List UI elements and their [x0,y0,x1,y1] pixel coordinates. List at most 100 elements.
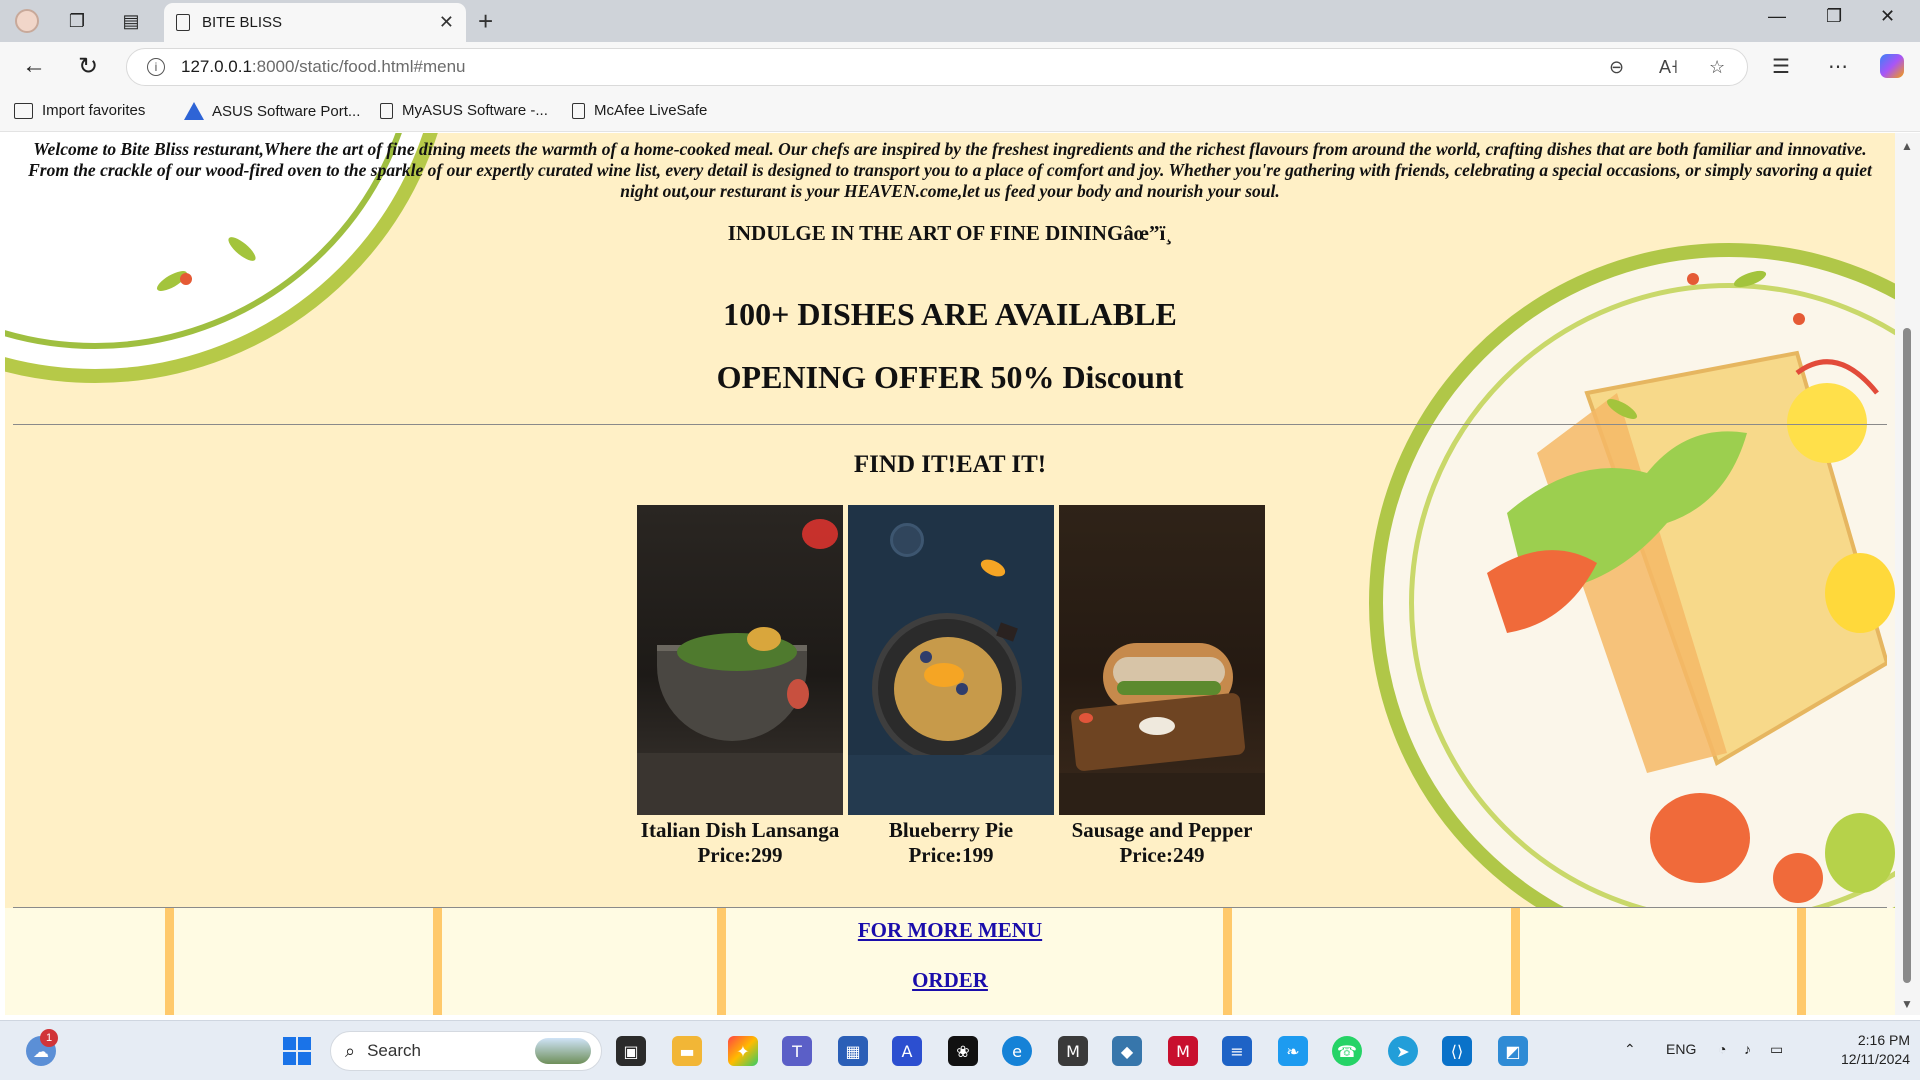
decorative-tomato [1773,853,1823,903]
menu-card[interactable]: Italian Dish Lansanga Price:299 [637,505,843,868]
address-bar-row: ← ↻ i 127.0.0.1:8000/static/food.html#me… [0,42,1920,92]
more-menu-link-row: FOR MORE MENU [5,918,1895,943]
clock-date: 12/11/2024 [1840,1051,1910,1067]
back-button[interactable]: ← [22,52,46,80]
python-icon[interactable]: ◆ [1112,1036,1142,1066]
favorites-icon[interactable]: ☰ [1772,54,1790,79]
favorite-label: Import favorites [42,102,146,119]
chatgpt-icon[interactable]: ❀ [948,1036,978,1066]
show-hidden-icons[interactable]: ⌃ [1624,1041,1636,1058]
mcafee-icon[interactable]: M [1168,1036,1198,1066]
close-window-button[interactable]: ✕ [1880,6,1895,27]
dish-name: Italian Dish Lansanga [640,818,840,842]
dish-price: Price:249 [1119,843,1205,867]
url-path: :8000/static/food.html#menu [251,57,466,76]
favorites-bar: Import favorites ASUS Software Port... M… [0,92,1920,132]
search-highlight-icon [535,1038,591,1064]
dish-name: Blueberry Pie [888,818,1014,842]
dish-photo-italian[interactable] [637,505,843,815]
copilot-app-icon[interactable]: ✦ [728,1036,758,1066]
photos-icon[interactable]: ◩ [1498,1036,1528,1066]
url-field[interactable]: i 127.0.0.1:8000/static/food.html#menu ⊖… [126,48,1748,86]
zoom-icon[interactable]: ⊖ [1609,57,1624,78]
menu-card[interactable]: Blueberry Pie Price:199 [848,505,1054,868]
divider [13,907,1887,908]
divider [13,424,1887,425]
dish-price: Price:299 [697,843,783,867]
order-link-row: ORDER [5,968,1895,993]
battery-icon[interactable]: ▭ [1770,1041,1783,1058]
workspaces-icon[interactable]: ❐ [64,8,90,34]
decorative-dot [1687,273,1699,285]
whatsapp-icon[interactable]: ☎ [1332,1036,1362,1066]
site-info-icon[interactable]: i [147,58,165,76]
task-view-icon[interactable]: ▣ [616,1036,646,1066]
microsoft-store-icon[interactable]: ▦ [838,1036,868,1066]
decorative-tomato [1650,793,1750,883]
page-icon [176,14,190,31]
page-scrollbar[interactable]: ▲ ▼ [1895,133,1920,1015]
notification-badge: 1 [40,1029,58,1047]
teams-icon[interactable]: T [782,1036,812,1066]
start-icon[interactable] [282,1036,312,1066]
page-icon [572,102,585,119]
refresh-button[interactable]: ↻ [78,52,98,81]
taskbar-search[interactable]: ⌕ Search [330,1031,602,1071]
telegram-icon[interactable]: ➤ [1388,1036,1418,1066]
search-icon: ⌕ [345,1040,356,1061]
file-explorer-icon[interactable]: ▬ [672,1036,702,1066]
more-menu-link[interactable]: FOR MORE MENU [858,918,1042,942]
offer-heading: OPENING OFFER 50% Discount [716,359,1184,395]
tab-title: BITE BLISS [202,14,283,31]
restore-button[interactable]: ❐ [1826,6,1842,27]
order-link[interactable]: ORDER [912,968,988,992]
indulge-heading: INDULGE IN THE ART OF FINE DININGâœ”ï¸ [727,221,1173,245]
dish-photo-sausage[interactable] [1059,505,1265,815]
clock-time: 2:16 PM [1857,1032,1910,1048]
tab-bite-bliss[interactable]: BITE BLISS ✕ [164,3,466,42]
scroll-down-icon[interactable]: ▼ [1901,997,1913,1011]
dish-name: Sausage and Pepper [1071,818,1253,842]
volume-icon[interactable]: ♪ [1744,1041,1751,1057]
clock[interactable]: 2:16 PM 12/11/2024 [1810,1031,1910,1069]
import-icon [14,102,33,119]
favorite-label: McAfee LiveSafe [594,102,708,119]
new-tab-button[interactable]: + [478,6,493,37]
scroll-up-icon[interactable]: ▲ [1901,139,1913,153]
m-app-icon[interactable]: M [1058,1036,1088,1066]
favorite-label: MyASUS Software -... [402,102,548,119]
page-icon [380,102,393,119]
favorite-import[interactable]: Import favorites [14,102,145,119]
favorite-mcafee[interactable]: McAfee LiveSafe [572,102,707,119]
dish-photo-blueberry-pie[interactable] [848,505,1054,815]
favorite-star-icon[interactable]: ☆ [1709,57,1725,78]
dish-price: Price:199 [908,843,994,867]
edge-icon[interactable]: e [1002,1036,1032,1066]
close-tab-icon[interactable]: ✕ [439,12,454,33]
vscode-icon[interactable]: ⟨⟩ [1442,1036,1472,1066]
favorite-asus[interactable]: ASUS Software Port... [184,102,360,120]
wifi-icon[interactable]: ◔ [1718,1041,1726,1057]
profile-avatar-icon[interactable] [14,8,40,34]
twitter-icon[interactable]: ❧ [1278,1036,1308,1066]
minimize-button[interactable]: — [1768,6,1786,27]
vertical-tabs-icon[interactable]: ▤ [118,8,144,34]
decorative-lime [1825,813,1895,893]
dishes-available-heading: 100+ DISHES ARE AVAILABLE [723,296,1177,332]
url-host: 127.0.0.1 [181,57,252,76]
welcome-paragraph: Welcome to Bite Bliss resturant,Where th… [28,139,1872,201]
read-aloud-icon[interactable]: A˧ [1659,57,1678,78]
myasus-icon[interactable]: A [892,1036,922,1066]
search-placeholder: Search [367,1041,421,1060]
favorite-myasus[interactable]: MyASUS Software -... [380,102,548,119]
sandwich-illustration [1487,350,1887,773]
scrollbar-thumb[interactable] [1903,328,1911,983]
more-options-icon[interactable]: ⋯ [1828,54,1848,79]
language-indicator[interactable]: ENG [1666,1041,1696,1057]
menu-card[interactable]: Sausage and Pepper Price:249 [1059,505,1265,868]
notepad-icon[interactable]: ≡ [1222,1036,1252,1066]
decorative-dot [180,273,192,285]
copilot-icon[interactable] [1880,54,1904,78]
page-viewport: Welcome to Bite Bliss resturant,Where th… [5,133,1895,1015]
favorite-label: ASUS Software Port... [212,102,361,120]
